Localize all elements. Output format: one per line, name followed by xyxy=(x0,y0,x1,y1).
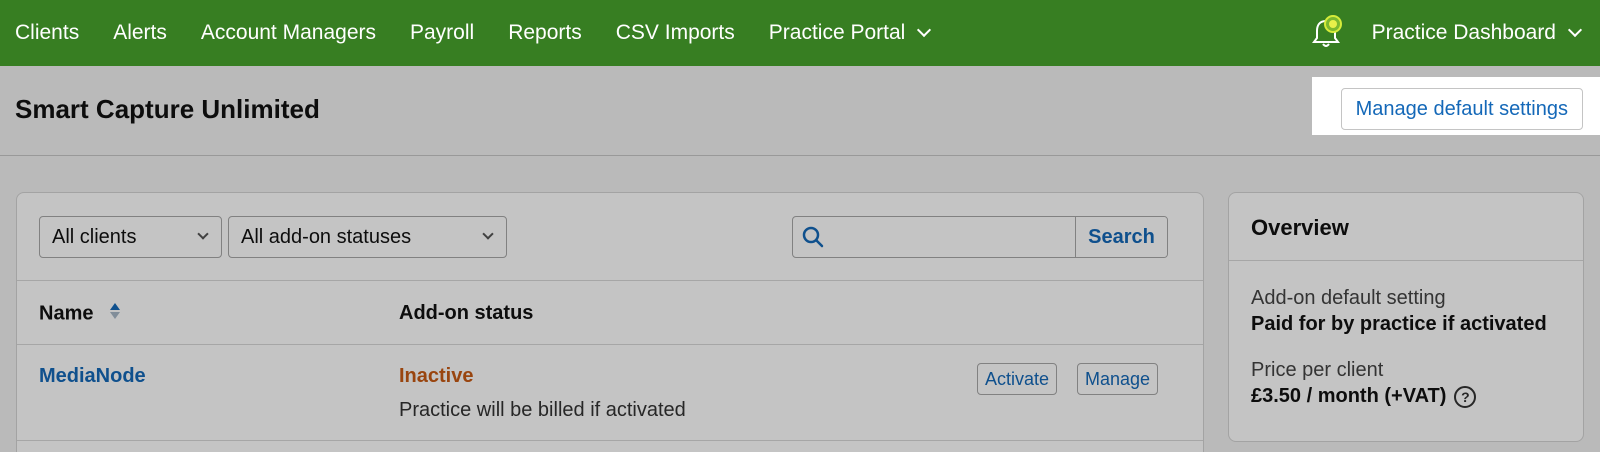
practice-dashboard-menu[interactable]: Practice Dashboard xyxy=(1372,21,1600,45)
price-label: Price per client xyxy=(1251,359,1384,381)
nav-reports[interactable]: Reports xyxy=(491,0,599,66)
nav-alerts[interactable]: Alerts xyxy=(96,0,184,66)
client-filter-select[interactable]: All clients xyxy=(39,216,222,258)
status-badge: Inactive xyxy=(399,365,474,387)
help-icon[interactable]: ? xyxy=(1454,385,1477,408)
top-nav: Clients Alerts Account Managers Payroll … xyxy=(0,0,1600,66)
nav-csv-imports[interactable]: CSV Imports xyxy=(599,0,752,66)
manage-button[interactable]: Manage xyxy=(1077,363,1159,395)
status-note: Practice will be billed if activated xyxy=(399,399,686,421)
filter-bar: All clients All add-on statuses Search xyxy=(17,193,1203,281)
chevron-down-icon xyxy=(1567,22,1583,38)
price-value: £3.50 / month (+VAT) xyxy=(1251,385,1447,407)
nav-practice-portal-label: Practice Portal xyxy=(768,21,906,44)
chevron-down-icon xyxy=(197,228,209,240)
activate-button[interactable]: Activate xyxy=(977,363,1058,395)
page-title: Smart Capture Unlimited xyxy=(15,94,320,124)
search-group: Search xyxy=(792,216,1168,258)
chevron-down-icon xyxy=(917,22,932,38)
search-button[interactable]: Search xyxy=(1075,217,1167,257)
nav-clients[interactable]: Clients xyxy=(0,0,96,66)
practice-dashboard-label: Practice Dashboard xyxy=(1371,21,1556,44)
sort-icon[interactable] xyxy=(109,302,121,326)
nav-practice-portal[interactable]: Practice Portal xyxy=(752,0,947,66)
search-input[interactable] xyxy=(833,217,1075,257)
nav-account-managers[interactable]: Account Managers xyxy=(184,0,393,66)
status-filter-value: All add-on statuses xyxy=(241,225,412,248)
client-name-link[interactable]: MediaNode xyxy=(39,365,146,388)
chevron-down-icon xyxy=(482,228,494,240)
status-filter-select[interactable]: All add-on statuses xyxy=(228,216,507,258)
manage-default-settings-button[interactable]: Manage default settings xyxy=(1340,88,1583,130)
column-name-label: Name xyxy=(39,302,94,325)
overview-title: Overview xyxy=(1229,193,1583,261)
default-setting-value: Paid for by practice if activated xyxy=(1251,313,1547,335)
column-name[interactable]: Name xyxy=(39,302,121,326)
nav-payroll[interactable]: Payroll xyxy=(393,0,491,66)
column-addon-status: Add-on status xyxy=(399,302,534,324)
default-setting-label: Add-on default setting xyxy=(1251,287,1446,309)
nav-right: Practice Dashboard xyxy=(1306,0,1600,66)
overview-panel: Overview Add-on default setting Paid for… xyxy=(1228,192,1584,442)
clients-panel: All clients All add-on statuses Search N… xyxy=(16,192,1204,452)
table-header: Name Add-on status xyxy=(17,281,1203,345)
search-icon xyxy=(793,217,833,257)
price-row: £3.50 / month (+VAT) ? xyxy=(1251,385,1477,408)
table-row: MediaNode Inactive Practice will be bill… xyxy=(17,345,1203,441)
client-filter-value: All clients xyxy=(52,225,137,248)
bell-icon[interactable] xyxy=(1306,13,1346,53)
